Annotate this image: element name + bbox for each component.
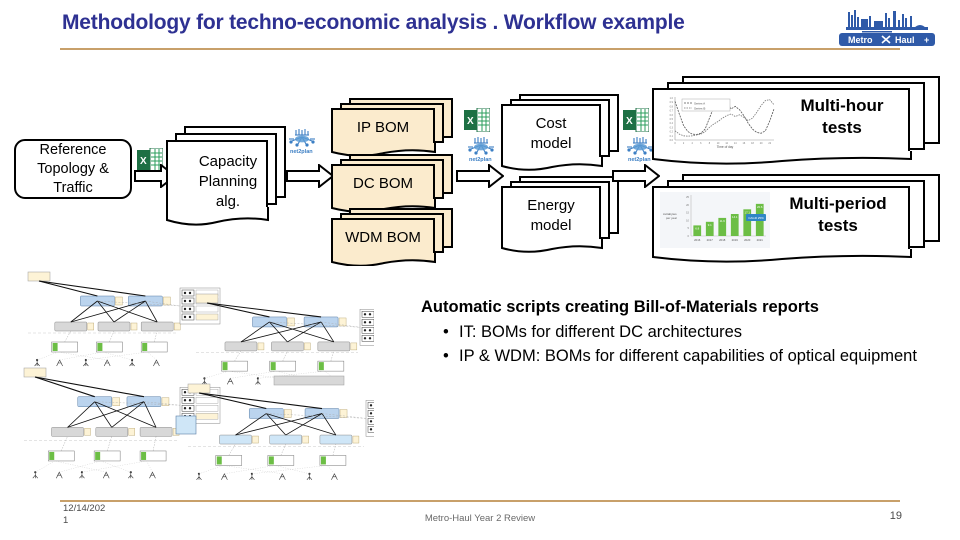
svg-text:per year: per year [666, 216, 677, 220]
reference-topology-line3: Traffic [53, 179, 93, 196]
capacity-planning-line2: Planning [198, 173, 258, 190]
bom-label-wdm: WDM BOM [345, 229, 421, 246]
excel-icon-letter: X [467, 116, 474, 127]
capacity-planning-line1: Capacity [198, 153, 258, 170]
footer-center-text: Metro-Haul Year 2 Review [424, 513, 536, 524]
svg-text:6.8: 6.8 [695, 226, 699, 230]
capacity-planning-stack: Capacity Planning alg. [166, 126, 290, 226]
bar-chart-svg: 0510152025 6.89.111.614.117.120.6 2016 20… [660, 192, 770, 248]
test-label-multi-period-line1: Multi-period [789, 194, 887, 213]
svg-text:Series B: Series B [694, 107, 705, 111]
test-stack-multi-hour: 0.0 0.1 0.2 0.3 0.4 0.5 0.6 0.7 0.8 0.9 1.0 0 2 4 6 8 10… [652, 76, 944, 168]
model-label-cost-line2: model [530, 135, 572, 152]
excel-icon: X [623, 107, 650, 133]
svg-text:Time of day: Time of day [717, 145, 734, 149]
excel-icon-letter: X [626, 116, 633, 127]
bom-stack-ip: IP BOM [331, 98, 461, 160]
summary-block: Automatic scripts creating Bill-of-Mater… [421, 296, 941, 368]
page-title: Methodology for techno-economic analysis… [62, 11, 685, 34]
network-topology-diagram [16, 266, 374, 488]
net2plan-icon-label: net2plan [469, 157, 492, 162]
net2plan-icon-label: net2plan [628, 157, 651, 162]
model-label-energy-line1: Energy [527, 197, 575, 214]
line-chart-svg: 0.00.10.20.30.40.50.60.70.80.91.00 2 4 6 8 10… [660, 94, 778, 150]
excel-icon: X [464, 107, 491, 133]
net2plan-icon-label: net2plan [290, 149, 313, 154]
summary-bullet-1: IP & WDM: BOMs for different capabilitie… [443, 344, 941, 368]
net2plan-icon: net2plan [285, 128, 319, 155]
reference-topology-line1: Reference [39, 141, 107, 158]
test-label-multi-hour-line1: Multi-hour [800, 96, 884, 115]
title-divider [60, 48, 900, 50]
bom-label-ip: IP BOM [356, 119, 410, 136]
reference-topology-line2: Topology & [37, 160, 109, 177]
svg-text:2019: 2019 [732, 238, 739, 242]
svg-text:2018: 2018 [719, 238, 726, 242]
multi-period-bar-chart: 0 5 10 15 20 25 6.8 9.1 11.6 14.1 17.1 20.6 2016 20… [660, 192, 770, 248]
summary-heading: Automatic scripts creating Bill-of-Mater… [421, 298, 819, 316]
svg-text:2020: 2020 [744, 238, 751, 242]
footer-divider [60, 500, 900, 502]
model-label-energy-line2: model [530, 217, 572, 234]
model-stack-cost: Cost model [501, 94, 631, 172]
model-label-cost-line1: Cost [535, 115, 567, 132]
capacity-planning-line3: alg. [215, 193, 241, 210]
logo-text-right: Haul [895, 35, 915, 45]
svg-text:14.1: 14.1 [732, 215, 738, 219]
svg-text:Series A: Series A [694, 102, 705, 106]
reference-topology-box: Reference Topology & Traffic [14, 139, 132, 199]
svg-text:CAGR 25%: CAGR 25% [748, 216, 764, 220]
svg-text:17.1: 17.1 [745, 210, 751, 214]
bom-stack-dc: DC BOM [331, 154, 461, 216]
net2plan-icon: net2plan [464, 136, 498, 163]
test-stack-multi-period: 0 5 10 15 20 25 6.8 9.1 11.6 14.1 17.1 20.6 2016 20… [652, 174, 944, 266]
svg-text:+: + [924, 35, 929, 45]
test-label-multi-period-line2: tests [818, 216, 858, 235]
logo-text-left: Metro [848, 35, 873, 45]
footer-page-number: 19 [889, 510, 902, 522]
svg-text:2017: 2017 [707, 238, 714, 242]
svg-text:9.1: 9.1 [708, 223, 712, 227]
bom-stack-wdm: WDM BOM [331, 208, 461, 270]
metro-haul-logo: Metro Haul + [838, 8, 936, 48]
svg-text:2016: 2016 [694, 238, 701, 242]
right-arrow-icon [286, 164, 334, 188]
right-arrow-icon [456, 164, 504, 188]
bom-label-dc: DC BOM [353, 175, 413, 192]
svg-text:11.6: 11.6 [720, 219, 726, 223]
svg-text:20.6: 20.6 [757, 205, 763, 209]
summary-bullet-list: IT: BOMs for different DC architectures … [421, 320, 941, 368]
multi-hour-line-chart: 0.0 0.1 0.2 0.3 0.4 0.5 0.6 0.7 0.8 0.9 1.0 0 2 4 6 8 10… [660, 94, 778, 150]
test-label-multi-hour-line2: tests [822, 118, 862, 137]
summary-bullet-0: IT: BOMs for different DC architectures [443, 320, 941, 344]
svg-text:2021: 2021 [757, 238, 764, 242]
